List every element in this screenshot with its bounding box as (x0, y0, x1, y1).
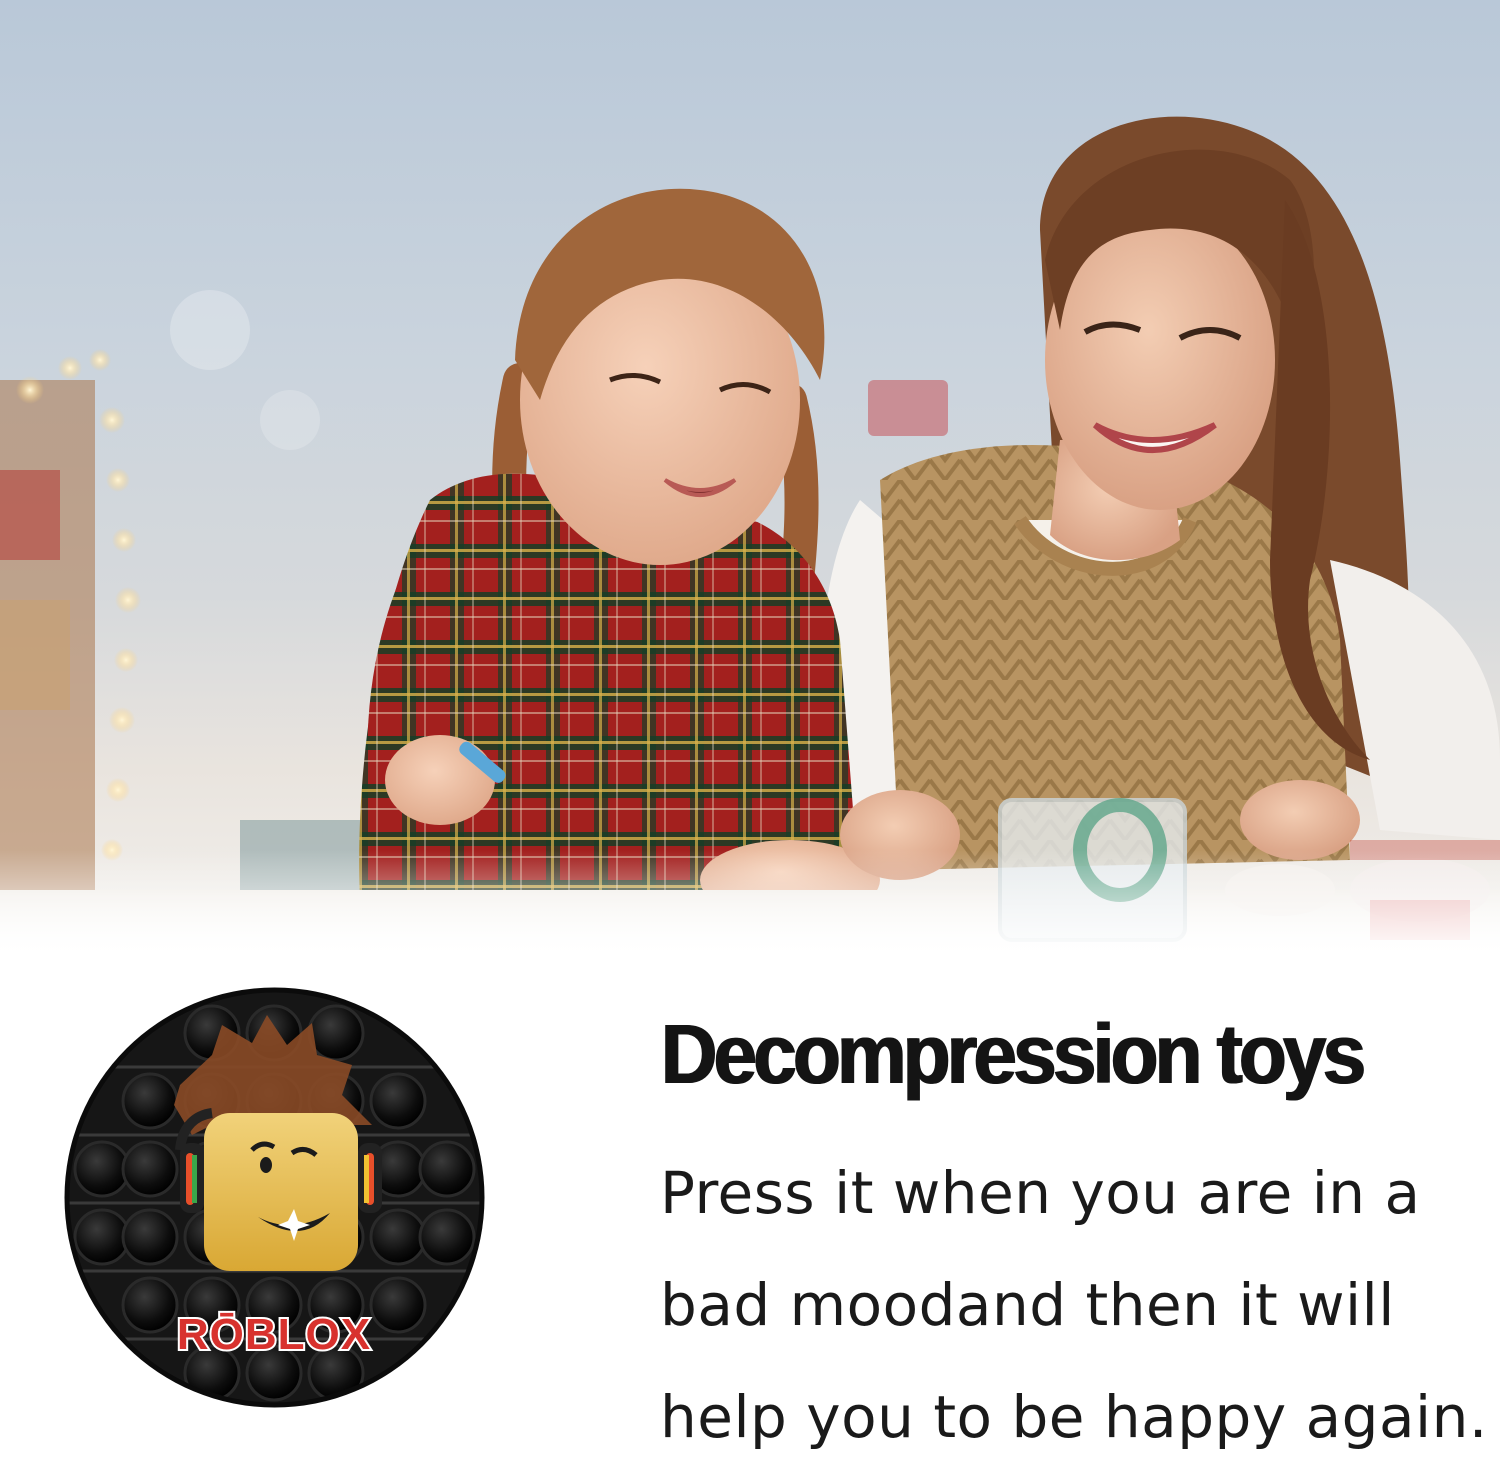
body-text: Press it when you are in a bad moodand t… (660, 1159, 1488, 1451)
photo-illustration (0, 116, 1500, 960)
character-face (204, 1113, 358, 1271)
roblox-logo-text: RŌBLOX (177, 1310, 371, 1359)
lifestyle-photo (0, 0, 1500, 960)
pop-it-illustration: RŌBLOX (64, 987, 485, 1408)
roblox-pop-it-toy: RŌBLOX (62, 985, 487, 1410)
headline: Decompression toys (660, 1007, 1365, 1101)
